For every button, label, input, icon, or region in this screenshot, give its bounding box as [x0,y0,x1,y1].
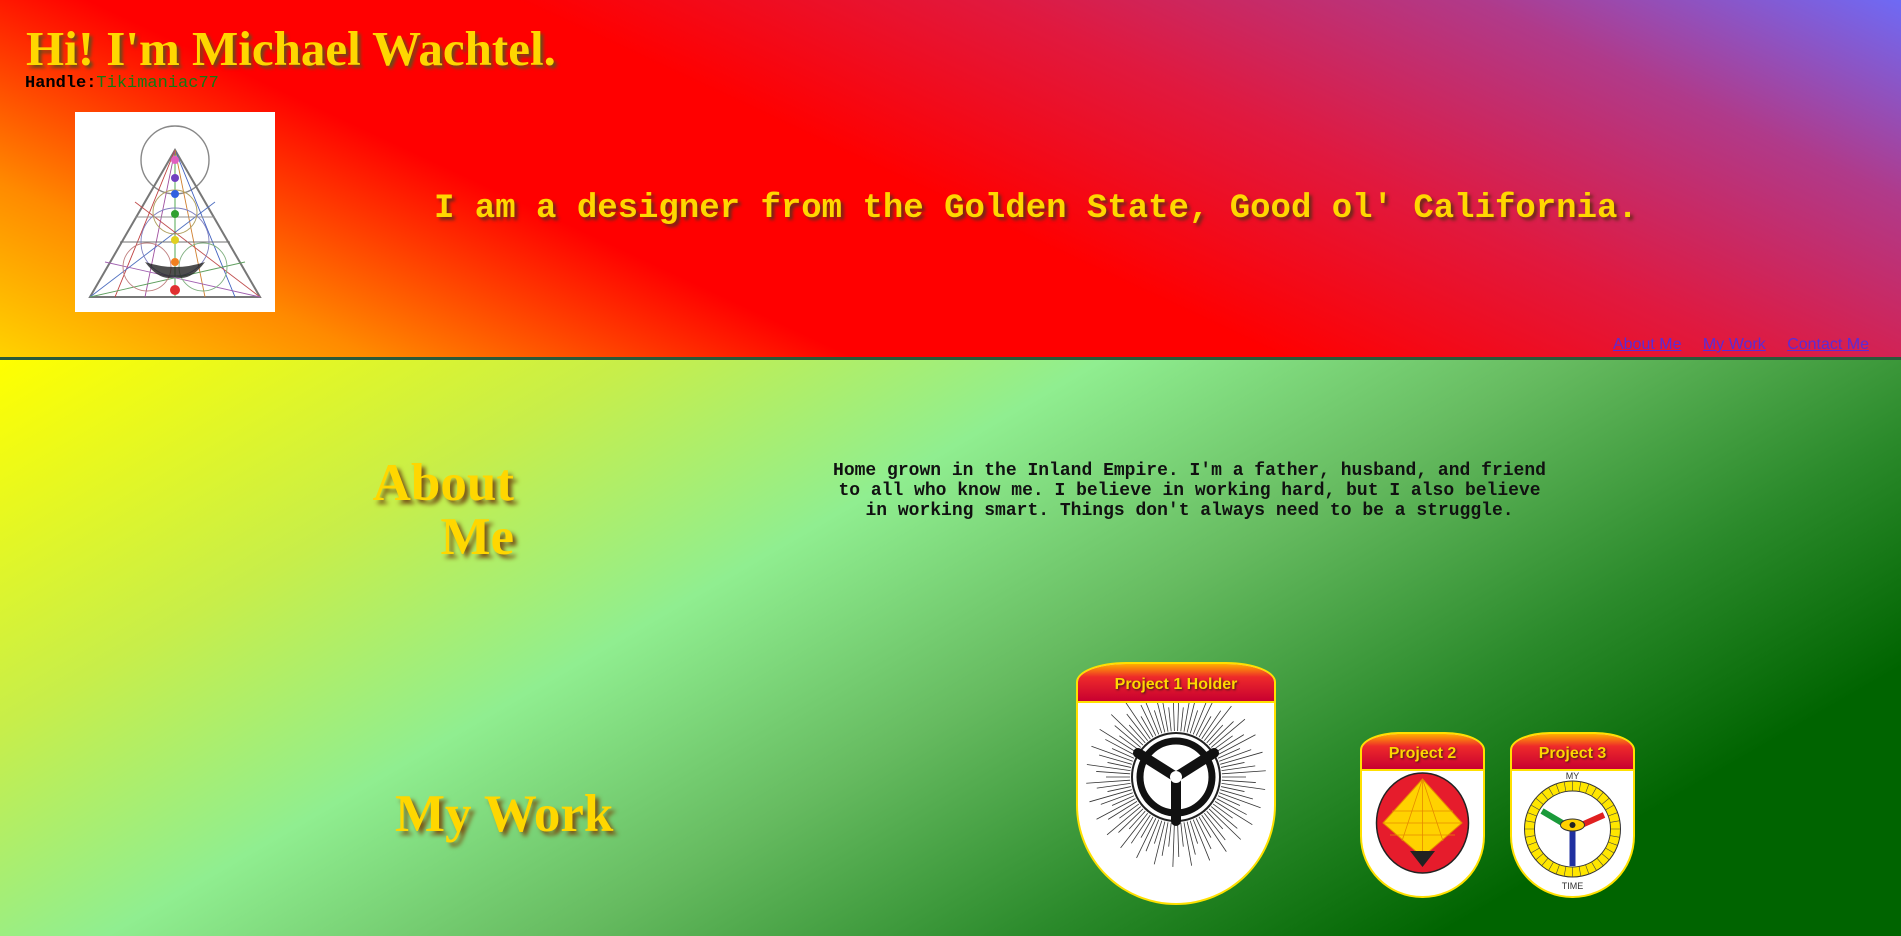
project-card-1[interactable]: Project 1 Holder [1076,662,1276,905]
project-card-3[interactable]: Project 3 MY TIME [1510,732,1635,898]
nav-contact-me-link[interactable]: Contact Me [1787,336,1869,353]
site-title: Hi! I'm Michael Wachtel. [26,21,556,76]
nav-my-work-link[interactable]: My Work [1703,336,1766,353]
project-3-title: Project 3 [1512,734,1633,771]
why-time-eye-emblem-icon: MY TIME [1520,771,1625,891]
handle-line: Handle:Tikimaniac77 [25,74,219,93]
ring-bottom-label: TIME [1562,881,1584,891]
work-heading: My Work [395,785,614,843]
sunburst-emblem-icon [1086,703,1266,867]
tagline: I am a designer from the Golden State, G… [434,190,1638,228]
handle-value: Tikimaniac77 [96,74,219,93]
ring-top-label: MY [1566,771,1580,781]
project-1-title: Project 1 Holder [1078,664,1274,703]
nav-about-me-link[interactable]: About Me [1613,336,1681,353]
sacred-geometry-triangle-icon [88,125,262,298]
main-nav: About Me My Work Contact Me [1596,336,1869,354]
about-heading: About Me [372,454,514,566]
diamond-pyramid-emblem-icon [1375,772,1470,874]
project-2-title: Project 2 [1362,734,1483,771]
avatar [75,112,275,312]
about-text: Home grown in the Inland Empire. I'm a f… [833,461,1546,521]
main-content: About Me Home grown in the Inland Empire… [0,360,1901,936]
handle-label: Handle: [25,74,97,93]
project-card-2[interactable]: Project 2 [1360,732,1485,898]
site-header: Hi! I'm Michael Wachtel. Handle:Tikimani… [0,0,1901,360]
